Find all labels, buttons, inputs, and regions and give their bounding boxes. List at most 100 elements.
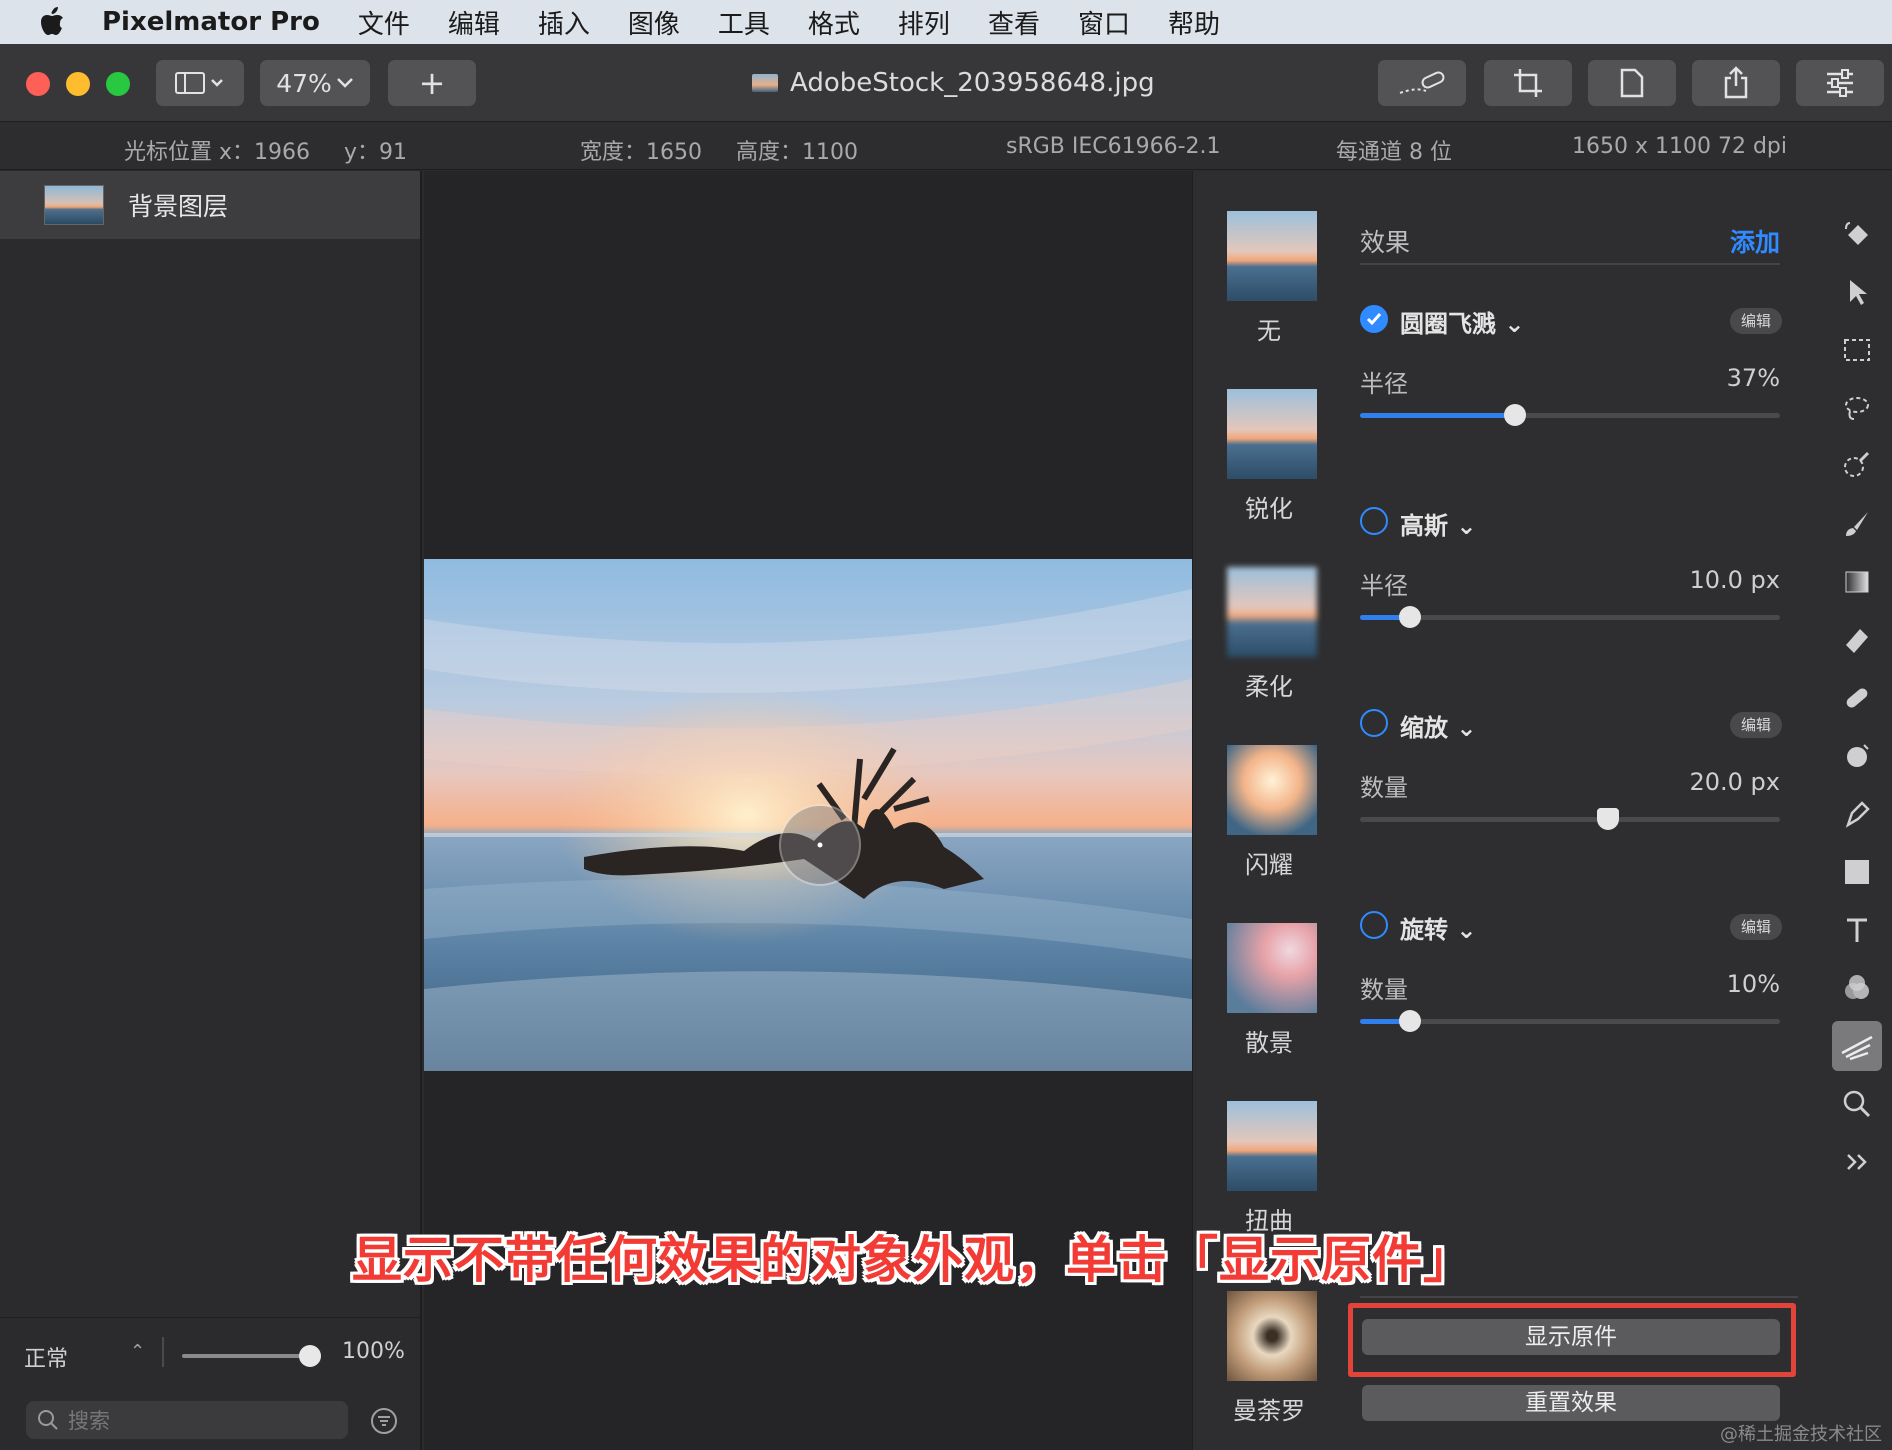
format-button[interactable] [1588,60,1676,106]
arrow-icon[interactable] [1832,267,1882,317]
edit-effect-button[interactable]: 编辑 [1730,308,1782,334]
reset-effects-button[interactable]: 重置效果 [1362,1385,1780,1421]
preset-label[interactable]: 曼荼罗 [1193,1391,1345,1426]
zoom-label: 47% [276,68,332,98]
preset-thumbnail[interactable] [1227,1291,1317,1381]
slider-thumb[interactable] [1597,808,1619,830]
opacity-slider[interactable] [182,1354,310,1358]
zoom-icon[interactable] [1832,1079,1882,1129]
document-title: AdobeStock_203958648.jpg [752,68,1155,98]
effect-param-value: 10% [1726,970,1780,998]
preset-thumbnail[interactable] [1227,567,1317,657]
slider-thumb[interactable] [1399,606,1421,628]
effect-param-slider[interactable] [1360,404,1780,426]
cursor-y: y：91 [344,140,408,165]
effect-toggle-checkbox[interactable] [1360,507,1388,535]
filter-icon[interactable] [370,1407,398,1435]
effect-name[interactable]: 旋转 ⌄ [1400,910,1476,945]
preset-label[interactable]: 闪耀 [1193,845,1345,880]
preset-thumbnail[interactable] [1227,211,1317,301]
gradient-icon[interactable] [1832,557,1882,607]
edit-effect-button[interactable]: 编辑 [1730,914,1782,940]
effect-name[interactable]: 缩放 ⌄ [1400,708,1476,743]
pen-icon[interactable] [1832,789,1882,839]
search-placeholder: 搜索 [68,1409,110,1433]
color-adjust-icon[interactable] [1832,963,1882,1013]
preset-thumbnail[interactable] [1227,745,1317,835]
updown-chevron-icon[interactable]: ⌃ [130,1341,145,1362]
highlight-box [1348,1303,1796,1377]
canvas-image[interactable] [424,559,1192,1071]
image-width: 宽度：1650 [580,140,702,165]
minimize-window-button[interactable] [66,72,90,96]
preset-label[interactable]: 柔化 [1193,667,1345,702]
edit-effect-button[interactable]: 编辑 [1730,712,1782,738]
slider-thumb[interactable] [1504,404,1526,426]
effect-name[interactable]: 圆圈飞溅 ⌄ [1400,304,1524,339]
slider-thumb[interactable] [1399,1010,1421,1032]
text-icon[interactable] [1832,905,1882,955]
brush-stroke-icon [1399,71,1445,94]
opacity-slider-thumb[interactable] [299,1345,321,1367]
blend-mode-select[interactable]: 正常 [24,1341,68,1373]
shape-icon[interactable] [1832,847,1882,897]
tools-column [1822,171,1892,1450]
crop-button[interactable] [1484,60,1572,106]
lasso-icon[interactable] [1832,383,1882,433]
paint-bucket-icon[interactable] [1832,209,1882,259]
more-icon[interactable] [1832,1137,1882,1187]
preset-label[interactable]: 散景 [1193,1023,1345,1058]
adjustments-button[interactable] [1796,60,1884,106]
add-button[interactable]: + [388,60,476,106]
search-icon [38,1410,58,1430]
menu-help[interactable]: 帮助 [1168,4,1220,41]
layer-row[interactable]: 背景图层 [0,171,420,239]
add-effect-button[interactable]: 添加 [1730,223,1780,259]
eraser-icon[interactable] [1832,615,1882,665]
rect-select-icon[interactable] [1832,325,1882,375]
effect-param-value: 20.0 px [1689,768,1780,796]
menu-file[interactable]: 文件 [358,4,410,41]
close-window-button[interactable] [26,72,50,96]
chevron-down-icon [336,78,353,88]
sidebar-toggle-button[interactable] [156,60,244,106]
effect-toggle-checkbox[interactable] [1360,305,1388,333]
menu-insert[interactable]: 插入 [538,4,590,41]
effect-toggle-checkbox[interactable] [1360,709,1388,737]
zoom-dropdown[interactable]: 47% [260,60,370,106]
crop-icon [1514,69,1542,97]
menu-edit[interactable]: 编辑 [448,4,500,41]
preset-label[interactable]: 锐化 [1193,489,1345,524]
slider-fill [1360,413,1515,418]
menu-arrange[interactable]: 排列 [898,4,950,41]
menu-image[interactable]: 图像 [628,4,680,41]
window-toolbar: 47% + AdobeStock_203958648.jpg [0,44,1892,122]
divider [1360,1296,1798,1298]
preset-thumbnail[interactable] [1227,389,1317,479]
apple-icon[interactable] [40,7,94,37]
menu-view[interactable]: 查看 [988,4,1040,41]
menu-tools[interactable]: 工具 [718,4,770,41]
clone-icon[interactable] [1832,731,1882,781]
zoom-window-button[interactable] [106,72,130,96]
watermark: @稀土掘金技术社区 [1720,1424,1882,1445]
app-name-menu[interactable]: Pixelmator Pro [102,7,320,37]
menu-window[interactable]: 窗口 [1078,4,1130,41]
effect-param-slider[interactable] [1360,606,1780,628]
brush-icon[interactable] [1832,499,1882,549]
tools-toggle-button[interactable] [1378,60,1466,106]
share-button[interactable] [1692,60,1780,106]
menu-format[interactable]: 格式 [808,4,860,41]
preset-label[interactable]: 无 [1193,311,1345,346]
sidebar-icon [175,72,223,94]
effect-param-slider[interactable] [1360,808,1780,830]
effect-name[interactable]: 高斯 ⌄ [1400,506,1476,541]
preset-thumbnail[interactable] [1227,1101,1317,1191]
repair-icon[interactable] [1832,673,1882,723]
preset-thumbnail[interactable] [1227,923,1317,1013]
effect-toggle-checkbox[interactable] [1360,911,1388,939]
effect-param-slider[interactable] [1360,1010,1780,1032]
quick-select-icon[interactable] [1832,441,1882,491]
effects-icon[interactable] [1832,1021,1882,1071]
layer-search-field[interactable]: 搜索 [26,1401,348,1439]
